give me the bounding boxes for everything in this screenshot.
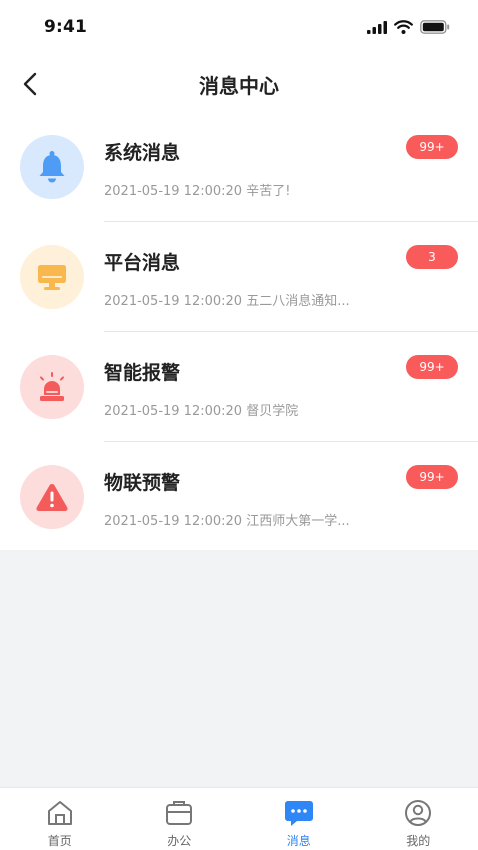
message-time: 2021-05-19 12:00:20 — [104, 184, 243, 199]
unread-badge: 99+ — [406, 465, 458, 489]
status-bar: 9:41 — [0, 0, 478, 56]
message-time: 2021-05-19 12:00:20 — [104, 404, 243, 419]
status-icons — [367, 20, 450, 34]
message-icon — [284, 798, 314, 828]
user-icon — [403, 798, 433, 828]
message-icon-circle — [20, 355, 84, 419]
tab-bar: 首页 办公 消息 我的 — [0, 787, 478, 850]
page-title: 消息中心 — [199, 74, 279, 98]
message-preview: 督贝学院 — [246, 404, 299, 419]
message-item-system[interactable]: 系统消息 2021-05-19 12:00:20 辛苦了! 99+ — [0, 112, 478, 222]
message-meta: 2021-05-19 12:00:20 辛苦了! — [104, 180, 290, 199]
tab-label: 办公 — [167, 834, 192, 848]
nav-bar: 消息中心 — [0, 56, 478, 112]
warning-icon — [36, 484, 68, 511]
tab-messages[interactable]: 消息 — [239, 788, 359, 850]
briefcase-icon — [164, 798, 194, 828]
unread-badge: 99+ — [406, 355, 458, 379]
message-item-iot-warning[interactable]: 物联预警 2021-05-19 12:00:20 江西师大第一学... 99+ — [0, 442, 478, 552]
message-icon-circle — [20, 245, 84, 309]
tab-office[interactable]: 办公 — [120, 788, 240, 850]
message-title: 物联预警 — [104, 472, 181, 494]
tab-label: 我的 — [406, 834, 431, 848]
battery-icon — [420, 20, 450, 34]
message-preview: 五二八消息通知... — [246, 294, 350, 309]
message-time: 2021-05-19 12:00:20 — [104, 294, 243, 309]
message-item-platform[interactable]: 平台消息 2021-05-19 12:00:20 五二八消息通知... 3 — [0, 222, 478, 332]
message-time: 2021-05-19 12:00:20 — [104, 514, 243, 529]
message-meta: 2021-05-19 12:00:20 督贝学院 — [104, 400, 298, 419]
cellular-signal-icon — [367, 20, 387, 34]
wifi-icon — [394, 20, 413, 34]
message-preview: 辛苦了! — [246, 184, 291, 199]
tab-profile[interactable]: 我的 — [359, 788, 478, 850]
home-icon — [45, 798, 75, 828]
message-title: 系统消息 — [104, 142, 181, 164]
message-meta: 2021-05-19 12:00:20 五二八消息通知... — [104, 290, 350, 309]
unread-badge: 99+ — [406, 135, 458, 159]
tab-label: 首页 — [47, 834, 72, 848]
bell-icon — [39, 151, 65, 183]
message-list: 系统消息 2021-05-19 12:00:20 辛苦了! 99+ 平台消息 2… — [0, 112, 478, 550]
tab-home[interactable]: 首页 — [0, 788, 120, 850]
monitor-icon — [38, 265, 66, 290]
alarm-light-icon — [39, 372, 65, 401]
tab-label: 消息 — [286, 834, 311, 848]
message-preview: 江西师大第一学... — [246, 514, 350, 529]
message-title: 智能报警 — [104, 362, 181, 384]
message-icon-circle — [20, 135, 84, 199]
message-item-smart-alarm[interactable]: 智能报警 2021-05-19 12:00:20 督贝学院 99+ — [0, 332, 478, 442]
message-title: 平台消息 — [104, 252, 181, 274]
message-icon-circle — [20, 465, 84, 529]
unread-badge: 3 — [406, 245, 458, 269]
message-meta: 2021-05-19 12:00:20 江西师大第一学... — [104, 510, 350, 529]
status-time: 9:41 — [44, 17, 88, 37]
